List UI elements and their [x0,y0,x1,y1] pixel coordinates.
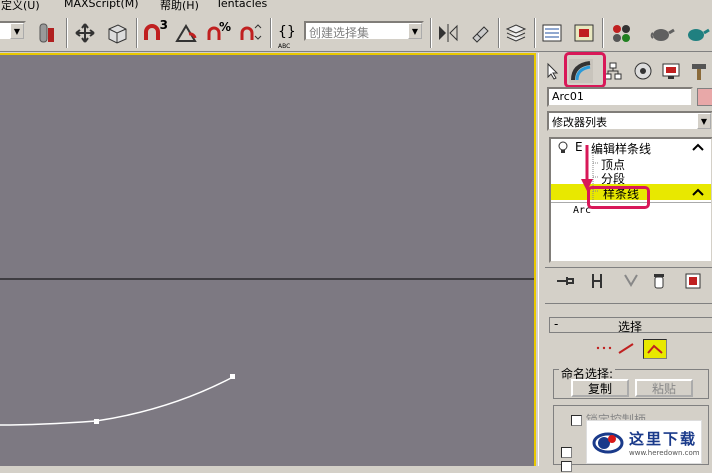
angle-snap-button[interactable] [172,20,200,46]
tab-create[interactable] [541,59,565,83]
layer-manager-button[interactable] [502,20,530,46]
segment-icon [618,343,634,354]
menu-help[interactable]: 帮助(H) [160,0,199,12]
configure-icon [685,273,701,289]
trash-icon [654,274,664,289]
move-button[interactable] [72,20,98,46]
render-setup-button[interactable] [646,20,678,46]
spline-highlight [587,186,650,209]
hierarchy-icon [604,62,622,80]
snap-3d-button[interactable]: 3 [140,18,168,46]
watermark: 这里下载 www.heredown.com [586,420,702,464]
watermark-url: www.heredown.com [629,448,700,457]
curve-editor-icon [542,24,562,42]
percent-snap-button[interactable]: % [204,20,232,46]
percent-label: % [218,20,231,34]
menu-tentacles[interactable]: Tentacles [216,0,267,10]
motion-icon [634,62,652,80]
arc-vertex [230,374,235,379]
braces-icon: {} [278,24,296,40]
configure-sets-button[interactable] [681,269,705,293]
menu-maxscript[interactable]: MAXScript(M) [64,0,139,10]
mirror-icon [439,24,458,42]
vertex-dots-icon [596,346,612,350]
lightbulb-icon [558,141,568,153]
chevron-down-icon: ▼ [10,23,24,39]
layer-button[interactable] [34,20,60,46]
move-arrows-icon [75,23,95,43]
lock-handles-checkbox[interactable] [571,415,582,426]
teapot-render-icon [688,28,710,41]
main-toolbar: ▼ 3 % {} ABC 创建选择集 ▼ [0,12,712,52]
spinner-snap-icon [240,24,262,40]
modifier-list-label: 修改器列表 [552,116,607,129]
chevron-up-icon [692,143,704,151]
menu-bar: 自定义(U) MAXScript(M) 帮助(H) Tentacles [0,0,712,12]
tab-motion[interactable] [631,59,655,83]
selection-rollout-header[interactable]: - 选择 [549,317,712,334]
segment-mode-button[interactable] [617,341,635,358]
tab-utilities[interactable] [687,59,711,83]
spline-mode-icon [647,344,663,354]
edit-named-selection-button[interactable]: {} ABC [274,20,302,50]
box-icon [108,24,127,44]
chevron-down-icon: ▼ [408,23,422,39]
abc-label: ABC [278,43,291,50]
perspective-viewport[interactable] [0,53,536,466]
scale-button[interactable] [104,20,130,46]
menu-customize[interactable]: 自定义(U) [0,0,40,12]
align-icon [472,26,489,43]
command-panel: Arc01 修改器列表 ▼ E 编辑样条线 顶点 分段 样条线 Arc - 选择… [538,52,712,472]
watermark-title: 这里下载 [629,429,698,448]
pin-icon [557,277,574,285]
tab-display[interactable] [659,59,683,83]
arc-vertex [94,419,99,424]
schematic-view-button[interactable] [570,20,598,46]
material-spheres-icon [613,25,630,42]
option-checkbox[interactable] [561,459,572,473]
modify-tab-highlight [564,52,606,88]
chevron-up-icon [692,188,704,196]
quick-render-button[interactable] [682,20,712,46]
align-button[interactable] [466,20,494,46]
copy-button[interactable]: 复制 [571,379,629,397]
show-result-icon [592,274,602,288]
angle-snap-icon [175,24,197,42]
selection-set-placeholder: 创建选择集 [309,26,370,40]
modifier-list-dropdown[interactable]: 修改器列表 ▼ [547,111,712,131]
hammer-icon [692,64,706,80]
snap-degree: 3 [159,18,168,32]
curve-editor-button[interactable] [538,20,566,46]
mirror-button[interactable] [434,20,462,46]
svg-text:{}: {} [278,24,296,40]
rollout-toggle: - [554,317,559,331]
make-unique-icon [624,274,638,287]
watermark-logo [592,432,624,454]
chevron-down-icon: ▼ [697,113,711,129]
display-monitor-icon [662,63,680,79]
remove-modifier-button[interactable] [647,269,671,293]
viewport-canvas [0,278,534,426]
vertex-mode-button[interactable] [595,341,613,358]
teapot-icon [650,28,675,41]
spline-mode-button[interactable] [643,339,667,359]
make-unique-button[interactable] [619,269,643,293]
material-editor-button[interactable] [608,20,636,46]
view-combo[interactable]: ▼ [0,21,26,41]
cursor-arrow-icon [547,62,559,80]
arc-spline [0,376,234,426]
object-color-swatch[interactable] [697,88,712,106]
pin-stack-button[interactable] [553,269,577,293]
rollout-title: 选择 [618,320,643,334]
paste-button[interactable]: 粘贴 [635,379,693,397]
layer-icon [39,23,54,43]
spinner-snap-button[interactable] [236,20,264,46]
named-selection-set-combo[interactable]: 创建选择集 ▼ [304,21,424,41]
show-end-result-button[interactable] [585,269,609,293]
layers-stack-icon [505,24,527,42]
object-name-field[interactable]: Arc01 [547,87,693,107]
schematic-icon [574,24,594,42]
option-checkbox[interactable] [561,445,572,459]
